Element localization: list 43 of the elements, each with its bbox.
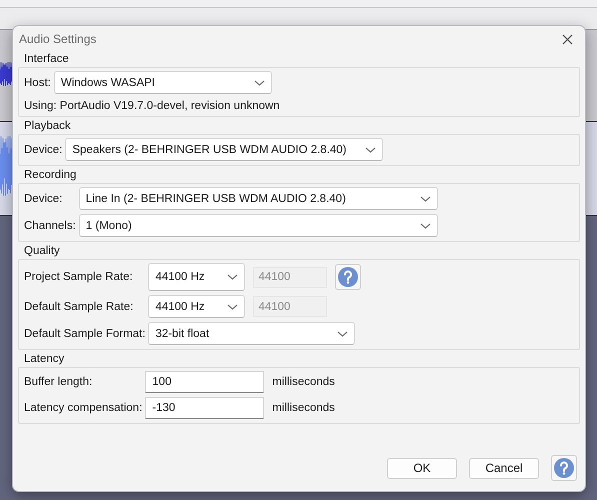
chevron-down-icon	[365, 146, 376, 152]
info-text: Using: PortAudio V19.7.0-devel, revision unknown	[24, 99, 281, 112]
chevron-down-icon	[227, 274, 238, 280]
close-icon	[562, 34, 572, 44]
dropdown[interactable]: 44100 Hz	[148, 263, 246, 291]
field-label: Latency compensation:	[24, 402, 142, 414]
unit-label: milliseconds	[272, 376, 335, 388]
readout-field: 44100	[253, 266, 328, 288]
dialog-button[interactable]: OK	[387, 458, 457, 478]
field-label: Device:	[24, 144, 62, 156]
help-icon	[337, 266, 360, 288]
field-label: Host:	[24, 76, 51, 88]
help-icon	[553, 457, 575, 479]
dropdown[interactable]: Windows WASAPI	[54, 71, 272, 94]
chevron-down-icon	[420, 196, 431, 202]
group-title: Quality	[23, 244, 61, 259]
field-label: Device:	[24, 192, 64, 204]
dropdown[interactable]: 44100 Hz	[148, 295, 246, 318]
help-button[interactable]	[551, 455, 577, 481]
dropdown[interactable]: 32-bit float	[148, 322, 356, 345]
group-title: Recording	[23, 168, 78, 183]
input-field[interactable]: -130	[145, 397, 264, 419]
dropdown[interactable]: Line In (2- BEHRINGER USB WDM AUDIO 2.8.40)	[78, 187, 438, 210]
field-label: Buffer length:	[24, 376, 94, 388]
readout-field: 44100	[253, 296, 328, 317]
group-title: Playback	[23, 119, 72, 134]
field-label: Channels:	[24, 220, 76, 232]
field-label: Project Sample Rate:	[24, 271, 134, 283]
chevron-down-icon	[227, 304, 238, 310]
field-label: Default Sample Rate:	[24, 300, 134, 312]
dropdown[interactable]: 1 (Mono)	[78, 214, 438, 237]
group-title: Interface	[23, 52, 70, 67]
help-button[interactable]	[335, 264, 362, 290]
unit-label: milliseconds	[272, 402, 335, 414]
group-title: Latency	[23, 352, 66, 367]
field-label: Default Sample Format:	[24, 328, 146, 340]
dropdown[interactable]: Speakers (2- BEHRINGER USB WDM AUDIO 2.8.40)	[65, 138, 384, 161]
input-field[interactable]: 100	[145, 371, 264, 393]
chevron-down-icon	[254, 80, 265, 86]
chevron-down-icon	[420, 222, 431, 228]
chevron-down-icon	[337, 330, 348, 336]
dialog-button[interactable]: Cancel	[469, 458, 539, 478]
window-title: Audio Settings	[19, 32, 96, 46]
